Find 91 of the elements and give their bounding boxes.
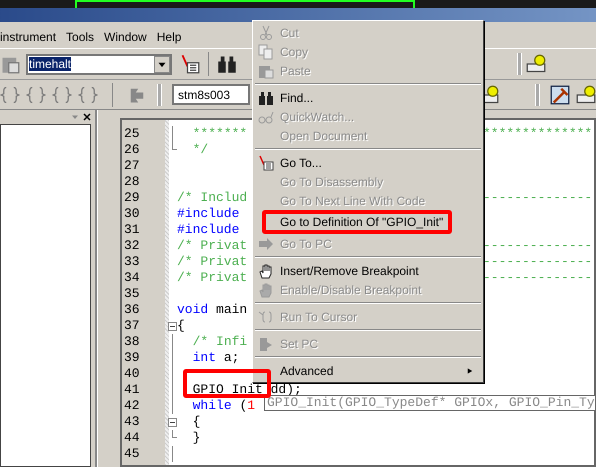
run-cursor-icon[interactable] [78, 84, 98, 104]
menu-item[interactable]: Advanced [280, 362, 334, 380]
toolbar-grip[interactable] [535, 84, 540, 106]
code-text: */ [192, 142, 208, 158]
tooltip: GPIO_Init(GPIO_TypeDef* GPIOx, GPIO_Pin_Ty [264, 395, 596, 411]
code-text: ******* [192, 126, 248, 142]
code-text: GPIO Init [192, 382, 264, 398]
line-number: 37 [124, 318, 140, 334]
hand-icon [258, 282, 274, 298]
copy-icon [258, 44, 274, 60]
code-text: /* Infi [192, 334, 248, 350]
line-number: 28 [124, 174, 140, 190]
line-number: 43 [124, 414, 140, 430]
code-text: -------------- [483, 254, 592, 270]
fold-guide-line [172, 446, 173, 462]
code-text: while [192, 398, 232, 414]
menu-item[interactable]: Insert/Remove Breakpoint [280, 262, 419, 280]
code-text: #include [177, 206, 240, 222]
fold-end-line [172, 430, 177, 438]
code-text: ( [239, 398, 248, 414]
arrow-icon [258, 336, 274, 352]
code-text: a; [224, 350, 240, 366]
debug-instrument-icon[interactable] [526, 54, 546, 74]
menu-item[interactable]: Tools [66, 28, 94, 46]
menu-item[interactable]: instrument [0, 28, 56, 46]
debug-instrument-icon[interactable] [576, 84, 596, 104]
step-out-icon[interactable] [52, 84, 72, 104]
line-number: 29 [124, 190, 140, 206]
line-number: 35 [124, 286, 140, 302]
goto-icon[interactable] [180, 54, 200, 74]
line-number: 41 [124, 382, 140, 398]
line-number: 38 [124, 334, 140, 350]
code-text: { [177, 318, 185, 334]
toolbar-grip[interactable] [517, 53, 522, 75]
binoculars-icon [258, 90, 274, 106]
line-number: 25 [124, 126, 140, 142]
submenu-arrow-icon [467, 366, 473, 374]
hammer-window-icon[interactable] [550, 84, 570, 104]
arrow-icon [258, 236, 274, 252]
fold-toggle-icon[interactable] [168, 322, 177, 330]
step-into-icon[interactable] [0, 84, 20, 104]
menu-item[interactable]: Go To... [280, 154, 322, 172]
toolbar-separator [112, 82, 113, 106]
line-number: 42 [124, 398, 140, 414]
code-text: -------------- [483, 270, 592, 286]
code-text: /* Privat [177, 238, 248, 254]
line-number: 27 [124, 158, 140, 174]
line-number: 36 [124, 302, 140, 318]
code-text: /* Includ [177, 190, 248, 206]
fold-toggle-icon[interactable] [168, 418, 177, 426]
menu-item[interactable]: Go to Definition Of "GPIO_Init" [280, 213, 444, 231]
code-text: int [192, 350, 216, 366]
code-text: /* Privat [177, 270, 248, 286]
scissors-icon [258, 24, 274, 40]
menu-item[interactable]: Window [104, 28, 147, 46]
target-combo[interactable]: stm8s003 [172, 84, 250, 105]
menu-item[interactable]: Find... [280, 88, 314, 106]
line-number: 26 [124, 142, 140, 158]
hand-icon [258, 262, 274, 278]
run-cursor-icon [258, 308, 274, 324]
code-text: -------------- [483, 190, 592, 206]
combo-value: timehalt [29, 57, 72, 71]
code-text: void [177, 302, 208, 318]
goto-icon [258, 154, 274, 170]
code-text: /* Privat [177, 254, 248, 270]
symbol-combo[interactable]: timehalt [26, 54, 172, 74]
code-text: { [192, 414, 200, 430]
toolbar-separator [208, 52, 209, 76]
line-number: 33 [124, 254, 140, 270]
code-text: } [192, 430, 200, 446]
code-text: dd); [270, 382, 302, 397]
binoculars-icon[interactable] [217, 54, 237, 74]
line-number: 32 [124, 238, 140, 254]
code-text: -------------- [483, 238, 592, 254]
line-number: 30 [124, 206, 140, 222]
line-number: 44 [124, 430, 140, 446]
code-text: ************** [483, 126, 592, 142]
step-over-icon[interactable] [26, 84, 46, 104]
menu-item[interactable]: Help [156, 28, 182, 46]
code-text: 1 [247, 398, 256, 414]
line-number: 45 [124, 446, 140, 462]
line-number: 39 [124, 350, 140, 366]
line-number: 34 [124, 270, 140, 286]
line-number: 31 [124, 222, 140, 238]
fold-guide-line [172, 126, 173, 142]
close-icon[interactable] [83, 113, 91, 121]
toolbar-grip[interactable] [157, 84, 162, 106]
line-number: 40 [124, 366, 140, 382]
code-text: #include [177, 222, 240, 238]
fold-end-line [172, 142, 177, 150]
code-text: main [216, 302, 248, 318]
